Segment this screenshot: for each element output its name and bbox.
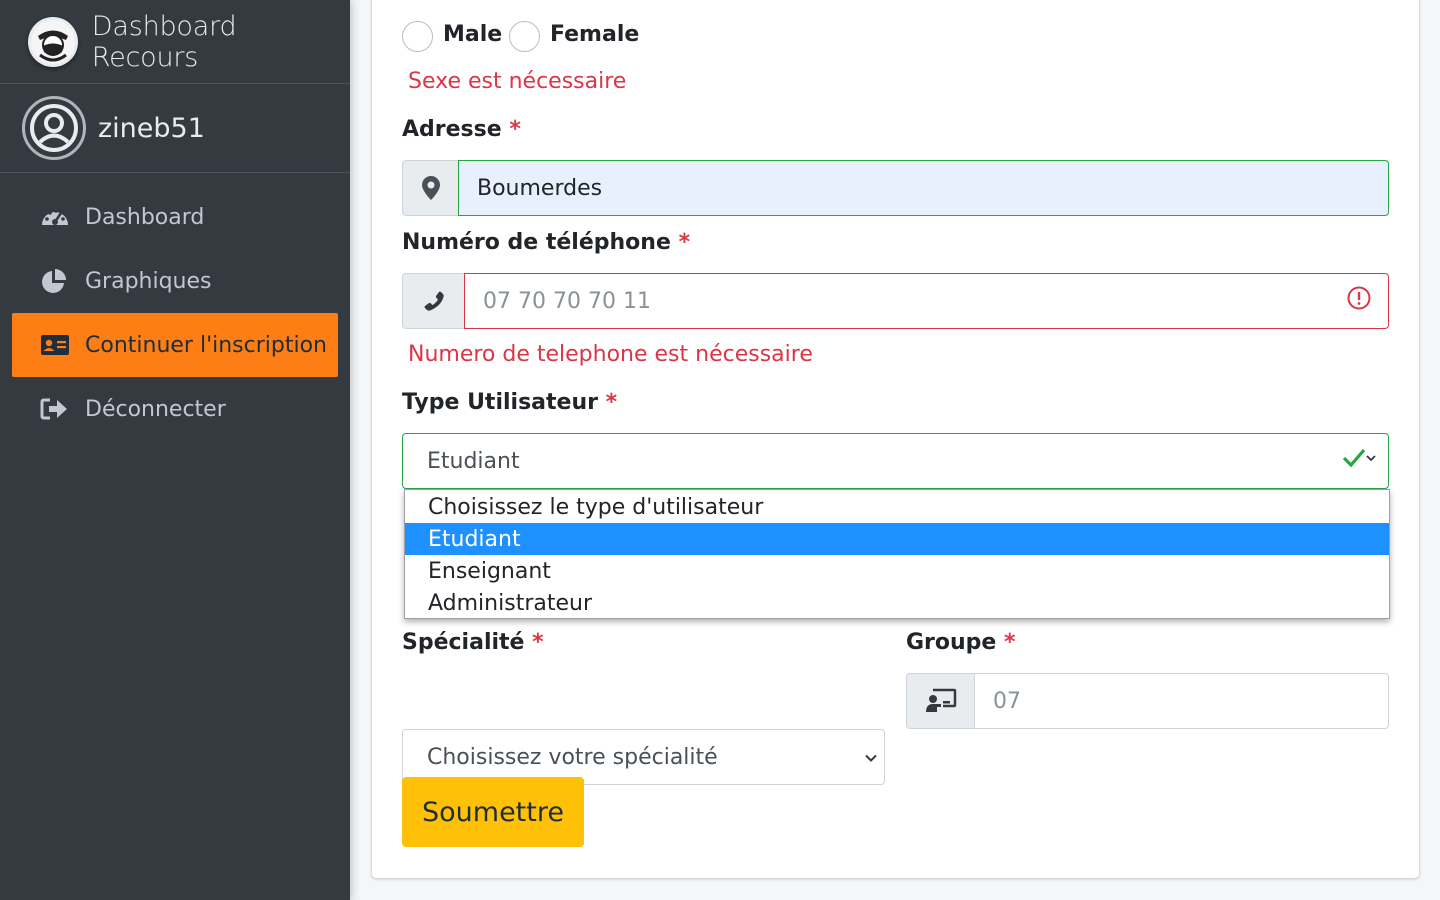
phone-label: Numéro de téléphone * — [402, 230, 691, 255]
group-input[interactable]: 07 — [974, 673, 1389, 729]
map-marker-icon — [402, 160, 458, 216]
group-label: Groupe * — [906, 630, 1016, 655]
user-type-option-selected[interactable]: Etudiant — [405, 523, 1389, 555]
phone-input[interactable]: 07 70 70 70 11 — [464, 273, 1389, 329]
gender-radio-female[interactable] — [509, 21, 540, 52]
tachometer-icon — [40, 204, 72, 230]
sidebar: Dashboard Recours zineb51 Dashboard Grap… — [0, 0, 350, 900]
gender-error: Sexe est nécessaire — [408, 69, 627, 94]
sidebar-item-deconnecter[interactable]: Déconnecter — [12, 377, 338, 441]
speciality-value: Choisissez votre spécialité — [427, 744, 718, 770]
user-type-option[interactable]: Choisissez le type d'utilisateur — [405, 491, 1389, 523]
chalkboard-teacher-icon — [906, 673, 974, 729]
user-type-select[interactable]: Etudiant — [402, 433, 1389, 489]
sidebar-item-label: Graphiques — [85, 268, 212, 294]
mask-logo-icon — [28, 16, 78, 67]
sidebar-item-continuer-inscription[interactable]: Continuer l'inscription — [12, 313, 338, 377]
user-type-label: Type Utilisateur * — [402, 390, 618, 415]
group-placeholder: 07 — [993, 688, 1021, 714]
address-label: Adresse * — [402, 117, 521, 142]
gender-label-female: Female — [550, 22, 640, 47]
sidebar-item-label: Dashboard — [85, 204, 205, 230]
group-input-group: 07 — [906, 673, 1389, 729]
sidebar-item-dashboard[interactable]: Dashboard — [12, 185, 338, 249]
user-panel: zineb51 — [0, 84, 350, 173]
phone-icon — [402, 273, 464, 329]
brand-link[interactable]: Dashboard Recours — [0, 0, 350, 84]
sidebar-item-graphiques[interactable]: Graphiques — [12, 249, 338, 313]
sign-out-icon — [40, 396, 72, 422]
phone-placeholder: 07 70 70 70 11 — [483, 288, 651, 314]
phone-input-group: 07 70 70 70 11 — [402, 273, 1389, 329]
sidebar-item-label: Déconnecter — [85, 396, 226, 422]
address-input[interactable]: Boumerdes — [458, 160, 1389, 216]
sidebar-nav: Dashboard Graphiques Continuer l'inscrip… — [0, 173, 350, 441]
error-circle-icon — [1346, 285, 1372, 317]
user-type-option[interactable]: Administrateur — [405, 587, 1389, 619]
phone-error: Numero de telephone est nécessaire — [408, 342, 813, 367]
address-input-group: Boumerdes — [402, 160, 1389, 216]
brand-title: Dashboard Recours — [91, 10, 237, 73]
user-type-option[interactable]: Enseignant — [405, 555, 1389, 587]
speciality-label: Spécialité * — [402, 630, 544, 655]
user-type-value: Etudiant — [427, 448, 520, 474]
id-card-icon — [40, 332, 72, 358]
chevron-down-icon — [864, 745, 878, 770]
user-type-dropdown: Choisissez le type d'utilisateur Etudian… — [404, 489, 1390, 619]
user-circle-icon — [22, 96, 86, 160]
user-name[interactable]: zineb51 — [98, 113, 205, 144]
sidebar-item-label: Continuer l'inscription — [85, 332, 327, 358]
gender-label-male: Male — [443, 22, 503, 47]
gender-radio-male[interactable] — [402, 21, 433, 52]
submit-button[interactable]: Soumettre — [402, 777, 584, 847]
pie-chart-icon — [40, 268, 72, 294]
valid-check-icon — [1342, 446, 1376, 476]
address-value: Boumerdes — [477, 175, 603, 201]
